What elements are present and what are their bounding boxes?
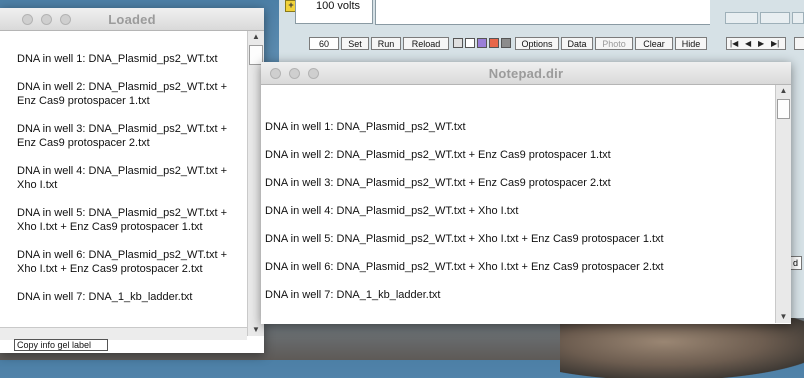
gel-canvas [375,0,710,25]
notepad-line: DNA in well 7: DNA_1_kb_ladder.txt [265,289,441,301]
window-title: Notepad.dir [488,66,564,81]
well-line: Xho I.txt + Enz Cas9 protospacer 2.txt [17,263,203,275]
clear-button[interactable]: Clear [635,37,673,50]
blank-field-2 [760,12,790,24]
well-line: DNA in well 3: DNA_Plasmid_ps2_WT.txt + [17,123,227,135]
window-title: Loaded [108,12,156,27]
notepad-line: DNA in well 5: DNA_Plasmid_ps2_WT.txt + … [265,233,664,245]
well-line: Xho I.txt [17,179,58,191]
well-line: DNA in well 6: DNA_Plasmid_ps2_WT.txt + [17,249,227,261]
notepad-scrollbar[interactable]: ▲ ▼ [775,85,791,323]
blank-field-3 [792,12,804,24]
well-line: DNA in well 2: DNA_Plasmid_ps2_WT.txt + [17,81,227,93]
data-button[interactable]: Data [561,37,593,50]
color-swatch-4[interactable] [489,38,499,48]
hide-button[interactable]: Hide [675,37,707,50]
notepad-line: DNA in well 6: DNA_Plasmid_ps2_WT.txt + … [265,261,664,273]
side-button[interactable] [794,37,804,50]
notepad-line: DNA in well 4: DNA_Plasmid_ps2_WT.txt + … [265,205,519,217]
gel-control-panel: + 100 volts 60 Set Run Reload Options Da… [279,0,804,68]
time-field[interactable]: 60 [309,37,339,50]
well-line: Enz Cas9 protospacer 2.txt [17,137,150,149]
copy-info-gel-label-button[interactable]: Copy info gel label [14,339,108,351]
notepad-line: DNA in well 1: DNA_Plasmid_ps2_WT.txt [265,121,466,133]
side-letter-field: d [790,256,802,270]
notepad-window: Notepad.dir DNA in well 1: DNA_Plasmid_p… [261,62,791,324]
color-swatch-2[interactable] [465,38,475,48]
well-line: Xho I.txt + Enz Cas9 protospacer 1.txt [17,221,203,233]
background-window-edge: d [790,68,804,318]
desktop-rock [560,318,804,378]
notepad-line: DNA in well 3: DNA_Plasmid_ps2_WT.txt + … [265,177,611,189]
well-line: DNA in well 4: DNA_Plasmid_ps2_WT.txt + [17,165,227,177]
color-swatch-5[interactable] [501,38,511,48]
set-button[interactable]: Set [341,37,369,50]
first-icon[interactable]: |◀ [730,38,738,49]
notepad-line: DNA in well 2: DNA_Plasmid_ps2_WT.txt + … [265,149,611,161]
loaded-titlebar[interactable]: Loaded [0,8,264,31]
scroll-down-icon[interactable]: ▼ [248,324,264,336]
well-line: DNA in well 7: DNA_1_kb_ladder.txt [17,291,193,303]
last-icon[interactable]: ▶| [771,38,779,49]
lane-navigator: |◀ ◀ ▶ ▶| [726,37,786,50]
run-button[interactable]: Run [371,37,401,50]
voltage-label: 100 volts [316,0,361,12]
reload-button[interactable]: Reload [403,37,449,50]
scroll-up-icon[interactable]: ▲ [776,85,791,97]
color-swatch-3[interactable] [477,38,487,48]
well-line: DNA in well 1: DNA_Plasmid_ps2_WT.txt [17,53,218,65]
blank-field-1 [725,12,758,24]
photo-button[interactable]: Photo [595,37,633,50]
scroll-thumb[interactable] [777,99,790,119]
well-line: Enz Cas9 protospacer 1.txt [17,95,150,107]
scroll-up-icon[interactable]: ▲ [248,31,264,43]
scroll-down-icon[interactable]: ▼ [776,311,791,323]
loaded-window: Loaded DNA in well 1: DNA_Plasmid_ps2_WT… [0,8,264,353]
notepad-titlebar[interactable]: Notepad.dir [261,62,791,85]
color-swatch-1[interactable] [453,38,463,48]
well-line: DNA in well 5: DNA_Plasmid_ps2_WT.txt + [17,207,227,219]
voltage-display: 100 volts [295,0,373,24]
prev-icon[interactable]: ◀ [745,38,751,49]
options-button[interactable]: Options [515,37,559,50]
next-icon[interactable]: ▶ [758,38,764,49]
